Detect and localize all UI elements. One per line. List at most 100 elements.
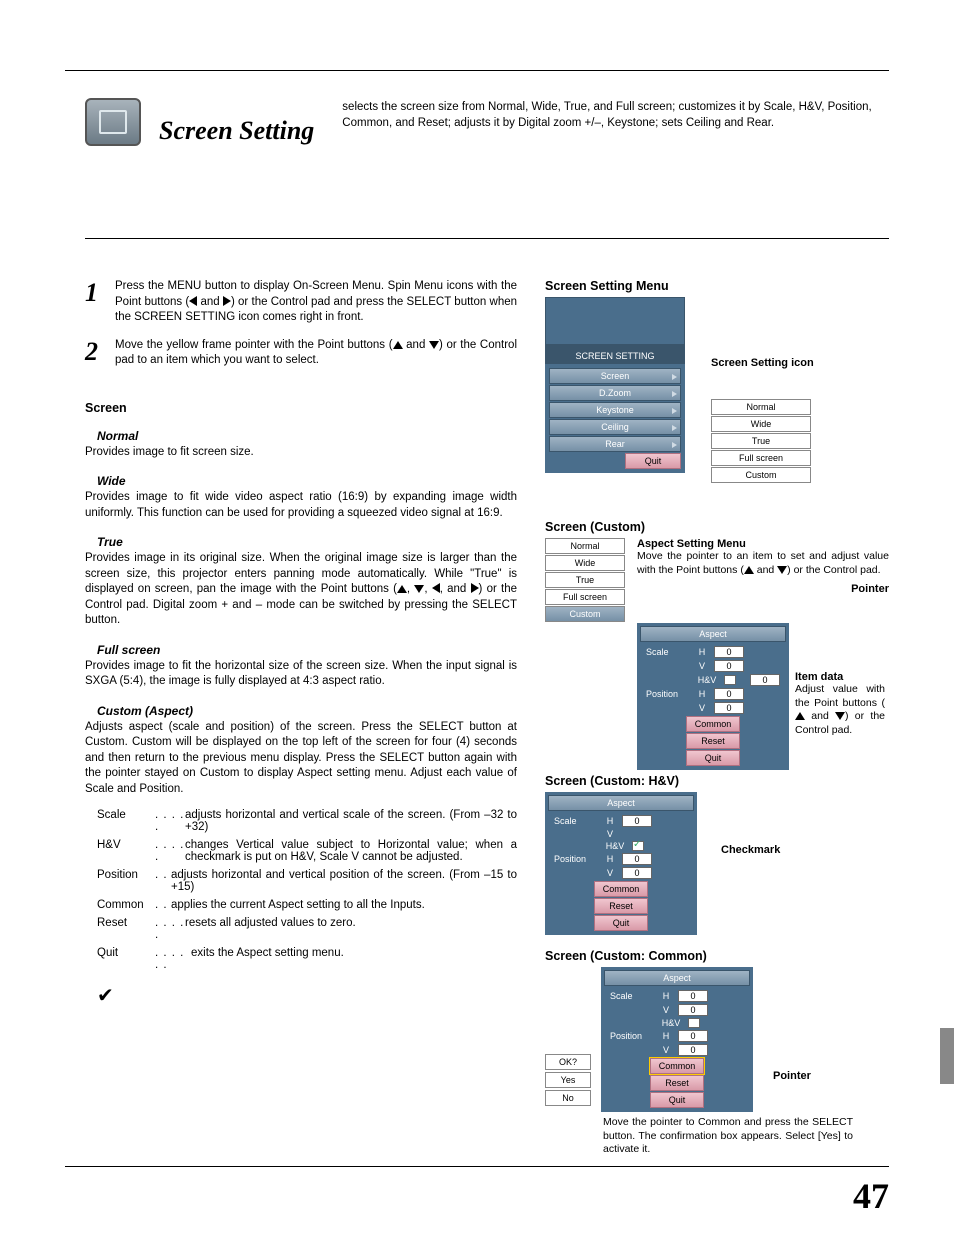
aspect-value[interactable]: 0 bbox=[750, 674, 780, 686]
right-column: Screen Setting Menu SCREEN SETTING Scree… bbox=[535, 279, 889, 1157]
dl-row: Position. .adjusts horizontal and vertic… bbox=[97, 869, 517, 893]
triangle-down-icon bbox=[777, 566, 787, 574]
header: Screen Setting selects the screen size f… bbox=[85, 98, 889, 146]
body-text: Adjusts aspect (scale and position) of t… bbox=[85, 720, 517, 798]
thumb-tab bbox=[940, 1028, 954, 1084]
yes-button[interactable]: Yes bbox=[545, 1072, 591, 1088]
right-heading: Screen (Custom) bbox=[545, 520, 889, 534]
triangle-down-icon bbox=[414, 585, 424, 593]
submenu-item[interactable]: Normal bbox=[545, 538, 625, 554]
checkbox[interactable] bbox=[724, 675, 736, 685]
aspect-button[interactable]: Quit bbox=[686, 750, 740, 766]
aspect-value[interactable]: 0 bbox=[714, 646, 744, 658]
triangle-up-icon bbox=[744, 566, 754, 574]
menu-outline: SCREEN SETTING Screen D.Zoom Keystone Ce… bbox=[545, 297, 685, 473]
aspect-button[interactable]: Reset bbox=[594, 898, 648, 914]
step-text: Move the yellow frame pointer with the P… bbox=[115, 338, 517, 369]
aspect-button[interactable]: Quit bbox=[650, 1092, 704, 1108]
rule-head bbox=[85, 238, 889, 239]
menu-item[interactable]: Keystone bbox=[549, 402, 681, 418]
dl-def: adjusts horizontal and vertical position… bbox=[171, 869, 517, 893]
submenu-item[interactable]: Wide bbox=[711, 416, 811, 432]
dl-term: Common bbox=[97, 899, 155, 911]
aspect-row: V0 bbox=[640, 659, 786, 673]
triangle-left-icon bbox=[432, 583, 440, 593]
menu-item[interactable]: Rear bbox=[549, 436, 681, 452]
sub-heading-normal: Normal bbox=[85, 429, 517, 443]
triangle-right-icon bbox=[471, 583, 479, 593]
submenu-item[interactable]: Custom bbox=[545, 606, 625, 622]
menu-item[interactable]: Ceiling bbox=[549, 419, 681, 435]
dots: . . bbox=[155, 899, 171, 911]
triangle-up-icon bbox=[795, 712, 805, 720]
submenu-item[interactable]: Full screen bbox=[545, 589, 625, 605]
dots: . . . . . bbox=[155, 809, 185, 833]
dl-term: Reset bbox=[97, 917, 155, 941]
callout-block: Screen Setting icon Normal Wide True Ful… bbox=[711, 357, 814, 484]
sub-heading-true: True bbox=[85, 535, 517, 549]
aspect-callout: Aspect Setting Menu Move the pointer to … bbox=[637, 538, 889, 595]
dl-term: H&V bbox=[97, 839, 155, 863]
body-text: Provides image in its original size. Whe… bbox=[85, 551, 517, 629]
aspect-row: V0 bbox=[548, 866, 694, 880]
aspect-value[interactable]: 0 bbox=[714, 688, 744, 700]
sub-heading-fullscreen: Full screen bbox=[85, 643, 517, 657]
submenu-item[interactable]: True bbox=[711, 433, 811, 449]
aspect-button[interactable]: Reset bbox=[686, 733, 740, 749]
aspect-panel: Aspect ScaleH0 V0 H&V0 PositionH0 V0 Com… bbox=[637, 623, 789, 770]
aspect-button[interactable]: Common bbox=[650, 1058, 704, 1074]
hv-figure: Aspect ScaleH0 V H&V PositionH0 V0 Commo… bbox=[545, 792, 889, 935]
item-data-text: Adjust value with the Point buttons ( an… bbox=[795, 683, 885, 738]
aspect-row: H&V0 bbox=[640, 673, 786, 687]
menu-header-graphic bbox=[545, 297, 685, 345]
dots: . . bbox=[155, 869, 171, 893]
dl-row: H&V. . . . .changes Vertical value subje… bbox=[97, 839, 517, 863]
dots: . . . . . bbox=[155, 839, 185, 863]
page-title: Screen Setting bbox=[159, 116, 314, 146]
screen-setting-icon bbox=[85, 98, 141, 146]
body-text: Provides image to fit the horizontal siz… bbox=[85, 659, 517, 690]
common-figure: OK? Yes No Aspect ScaleH0 V0 H&V Positio… bbox=[545, 967, 889, 1112]
dl-def: changes Vertical value subject to Horizo… bbox=[185, 839, 517, 863]
aspect-heading: Aspect Setting Menu bbox=[637, 538, 889, 550]
aspect-button[interactable]: Quit bbox=[594, 915, 648, 931]
submenu-item[interactable]: Custom bbox=[711, 467, 811, 483]
aspect-button[interactable]: Reset bbox=[650, 1075, 704, 1091]
aspect-header: Aspect bbox=[640, 626, 786, 642]
submenu-item[interactable]: Wide bbox=[545, 555, 625, 571]
aspect-row: ScaleH0 bbox=[640, 645, 786, 659]
dots: . . . . . bbox=[155, 917, 185, 941]
submenu-item[interactable]: Normal bbox=[711, 399, 811, 415]
right-heading: Screen (Custom: Common) bbox=[545, 949, 889, 963]
aspect-row: PositionH0 bbox=[548, 852, 694, 866]
dl-row: Common. .applies the current Aspect sett… bbox=[97, 899, 517, 911]
callout: Screen Setting icon bbox=[711, 357, 814, 369]
triangle-left-icon bbox=[189, 296, 197, 306]
ok-box-list: OK? Yes No bbox=[545, 1054, 591, 1112]
menu-item[interactable]: D.Zoom bbox=[549, 385, 681, 401]
aspect-value[interactable]: 0 bbox=[714, 660, 744, 672]
checkbox[interactable] bbox=[688, 1018, 700, 1028]
submenu-item[interactable]: Full screen bbox=[711, 450, 811, 466]
right-heading: Screen (Custom: H&V) bbox=[545, 774, 889, 788]
body-text: Provides image to fit screen size. bbox=[85, 445, 517, 461]
menu-quit[interactable]: Quit bbox=[625, 453, 681, 469]
callout: Checkmark bbox=[721, 844, 780, 935]
dl-def: resets all adjusted values to zero. bbox=[185, 917, 517, 941]
dl-row: Reset. . . . .resets all adjusted values… bbox=[97, 917, 517, 941]
triangle-down-icon bbox=[429, 341, 439, 349]
checkbox-checked[interactable] bbox=[632, 841, 644, 851]
aspect-value[interactable]: 0 bbox=[714, 702, 744, 714]
no-button[interactable]: No bbox=[545, 1090, 591, 1106]
dl-def: exits the Aspect setting menu. bbox=[191, 947, 517, 971]
sub-heading-wide: Wide bbox=[85, 474, 517, 488]
submenu-item[interactable]: True bbox=[545, 572, 625, 588]
menu-item[interactable]: Screen bbox=[549, 368, 681, 384]
page: Screen Setting selects the screen size f… bbox=[0, 0, 954, 1235]
aspect-panel: Aspect ScaleH0 V H&V PositionH0 V0 Commo… bbox=[545, 792, 697, 935]
common-text: Move the pointer to Common and press the… bbox=[603, 1116, 853, 1157]
aspect-button[interactable]: Common bbox=[686, 716, 740, 732]
step-1: 1 Press the MENU button to display On-Sc… bbox=[85, 279, 517, 326]
custom-figure: Normal Wide True Full screen Custom Aspe… bbox=[545, 538, 889, 623]
aspect-button[interactable]: Common bbox=[594, 881, 648, 897]
